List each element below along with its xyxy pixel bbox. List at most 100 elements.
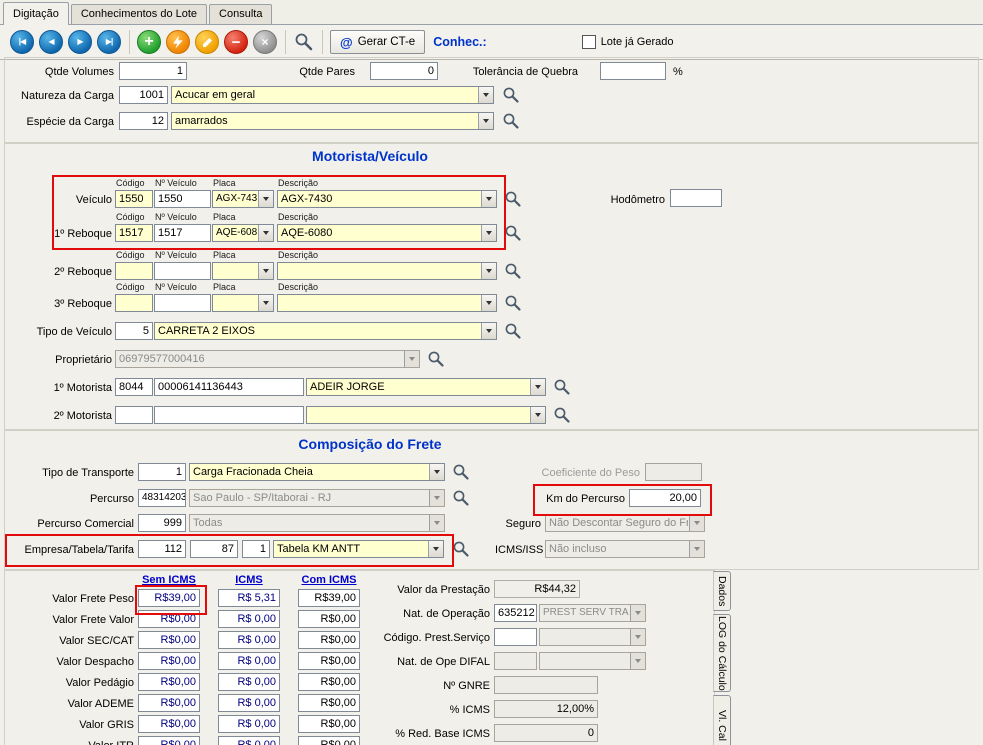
motorista1-doc-field[interactable]: 00006141136443 xyxy=(154,378,304,396)
reboque2-num-field[interactable] xyxy=(154,262,211,280)
percurso-codigo-field[interactable]: 48314203 xyxy=(138,489,186,507)
nav-prev-button[interactable]: ◀ xyxy=(39,30,63,54)
reboque3-search-icon[interactable] xyxy=(504,294,522,312)
gnre-field[interactable] xyxy=(494,676,598,694)
tipo-veiculo-codigo-field[interactable]: 5 xyxy=(115,322,153,340)
codigo-prest-servico-field[interactable] xyxy=(494,628,537,646)
reboque3-placa-select[interactable] xyxy=(212,294,274,312)
nav-first-button[interactable]: |◀ xyxy=(10,30,34,54)
tab-conhecimentos-do-lote[interactable]: Conhecimentos do Lote xyxy=(71,4,207,24)
tipo-transporte-codigo-field[interactable]: 1 xyxy=(138,463,186,481)
add-record-button[interactable]: + xyxy=(137,30,161,54)
valor-pedagio-icms-field[interactable]: R$ 0,00 xyxy=(218,673,280,691)
valor-despacho-icms-field[interactable]: R$ 0,00 xyxy=(218,652,280,670)
valor-frete-peso-icms-field[interactable]: R$ 5,31 xyxy=(218,589,280,607)
veiculo-codigo-field[interactable]: 1550 xyxy=(115,190,153,208)
motorista1-search-icon[interactable] xyxy=(553,378,571,396)
reboque2-codigo-field[interactable] xyxy=(115,262,153,280)
valor-ademe-sem-field[interactable]: R$0,00 xyxy=(138,694,200,712)
percurso-search-icon[interactable] xyxy=(452,489,470,507)
reboque2-search-icon[interactable] xyxy=(504,262,522,280)
reboque3-codigo-field[interactable] xyxy=(115,294,153,312)
edit-pencil-button[interactable] xyxy=(195,30,219,54)
tabela-field[interactable]: 87 xyxy=(190,540,238,558)
tab-consulta[interactable]: Consulta xyxy=(209,4,272,24)
nav-next-button[interactable]: ▶ xyxy=(68,30,92,54)
valor-gris-com-field[interactable]: R$0,00 xyxy=(298,715,360,733)
km-percurso-field[interactable]: 20,00 xyxy=(629,489,701,507)
especie-carga-select[interactable]: amarrados xyxy=(171,112,494,130)
valor-pedagio-com-field[interactable]: R$0,00 xyxy=(298,673,360,691)
valor-sec-cat-com-field[interactable]: R$0,00 xyxy=(298,631,360,649)
valor-frete-valor-icms-field[interactable]: R$ 0,00 xyxy=(218,610,280,628)
motorista2-search-icon[interactable] xyxy=(553,406,571,424)
tipo-veiculo-search-icon[interactable] xyxy=(504,322,522,340)
tarifa-search-icon[interactable] xyxy=(452,540,470,558)
motorista2-codigo-field[interactable] xyxy=(115,406,153,424)
valor-itr-icms-field[interactable]: R$ 0,00 xyxy=(218,736,280,745)
delete-record-button[interactable]: − xyxy=(224,30,248,54)
motorista1-codigo-field[interactable]: 8044 xyxy=(115,378,153,396)
valor-gris-icms-field[interactable]: R$ 0,00 xyxy=(218,715,280,733)
motorista2-doc-field[interactable] xyxy=(154,406,304,424)
valor-itr-com-field[interactable]: R$0,00 xyxy=(298,736,360,745)
reboque1-search-icon[interactable] xyxy=(504,224,522,242)
tarifa-select[interactable]: Tabela KM ANTT xyxy=(273,540,444,558)
side-tab-dados[interactable]: Dados xyxy=(713,571,731,611)
tarifa-field[interactable]: 1 xyxy=(242,540,270,558)
valor-gris-sem-field[interactable]: R$0,00 xyxy=(138,715,200,733)
valor-pedagio-sem-field[interactable]: R$0,00 xyxy=(138,673,200,691)
reboque2-descricao-select[interactable] xyxy=(277,262,497,280)
valor-sec-cat-icms-field[interactable]: R$ 0,00 xyxy=(218,631,280,649)
tipo-transporte-select[interactable]: Carga Fracionada Cheia xyxy=(189,463,445,481)
valor-frete-peso-sem-field[interactable]: R$39,00 xyxy=(138,589,200,607)
natureza-carga-codigo-field[interactable]: 1001 xyxy=(119,86,168,104)
natureza-carga-select[interactable]: Acucar em geral xyxy=(171,86,494,104)
reboque3-num-field[interactable] xyxy=(154,294,211,312)
valor-despacho-com-field[interactable]: R$0,00 xyxy=(298,652,360,670)
tolerancia-quebra-field[interactable] xyxy=(600,62,666,80)
reboque2-placa-select[interactable] xyxy=(212,262,274,280)
valor-sec-cat-sem-field[interactable]: R$0,00 xyxy=(138,631,200,649)
motorista2-nome-select[interactable] xyxy=(306,406,546,424)
veiculo-num-field[interactable]: 1550 xyxy=(154,190,211,208)
especie-carga-codigo-field[interactable]: 12 xyxy=(119,112,168,130)
especie-search-icon[interactable] xyxy=(502,112,520,130)
valor-frete-valor-sem-field[interactable]: R$0,00 xyxy=(138,610,200,628)
qtde-pares-field[interactable]: 0 xyxy=(370,62,438,80)
tab-digitacao[interactable]: Digitação xyxy=(3,2,69,25)
empresa-field[interactable]: 112 xyxy=(138,540,186,558)
reboque1-placa-select[interactable]: AQE-6080 xyxy=(212,224,274,242)
valor-ademe-icms-field[interactable]: R$ 0,00 xyxy=(218,694,280,712)
reboque3-descricao-select[interactable] xyxy=(277,294,497,312)
lightning-button[interactable] xyxy=(166,30,190,54)
tipo-transporte-search-icon[interactable] xyxy=(452,463,470,481)
valor-despacho-sem-field[interactable]: R$0,00 xyxy=(138,652,200,670)
tipo-veiculo-select[interactable]: CARRETA 2 EIXOS xyxy=(154,322,497,340)
nat-operacao-codigo-field[interactable]: 635212 xyxy=(494,604,537,622)
lote-ja-gerado-checkbox[interactable]: Lote já Gerado xyxy=(582,35,674,49)
valor-ademe-com-field[interactable]: R$0,00 xyxy=(298,694,360,712)
search-icon[interactable] xyxy=(293,31,315,53)
proprietario-select[interactable]: 06979577000416 xyxy=(115,350,420,368)
valor-frete-peso-com-field[interactable]: R$39,00 xyxy=(298,589,360,607)
hodometro-field[interactable] xyxy=(670,189,722,207)
natureza-search-icon[interactable] xyxy=(502,86,520,104)
veiculo-search-icon[interactable] xyxy=(504,190,522,208)
valor-frete-valor-com-field[interactable]: R$0,00 xyxy=(298,610,360,628)
cancel-button[interactable]: × xyxy=(253,30,277,54)
percurso-comercial-codigo-field[interactable]: 999 xyxy=(138,514,186,532)
side-tab-log-do-calculo[interactable]: LOG do Cálculo xyxy=(713,614,731,692)
qtde-volumes-field[interactable]: 1 xyxy=(119,62,187,80)
side-tab-vl-cal[interactable]: Vl. Cal xyxy=(713,695,731,745)
nav-last-button[interactable]: ▶| xyxy=(97,30,121,54)
motorista1-nome-select[interactable]: ADEIR JORGE xyxy=(306,378,546,396)
reboque1-num-field[interactable]: 1517 xyxy=(154,224,211,242)
veiculo-descricao-select[interactable]: AGX-7430 xyxy=(277,190,497,208)
veiculo-placa-select[interactable]: AGX-7430 xyxy=(212,190,274,208)
proprietario-search-icon[interactable] xyxy=(427,350,445,368)
valor-itr-sem-field[interactable]: R$0,00 xyxy=(138,736,200,745)
reboque1-descricao-select[interactable]: AQE-6080 xyxy=(277,224,497,242)
gerar-cte-button[interactable]: @ Gerar CT-e xyxy=(330,30,425,54)
reboque1-codigo-field[interactable]: 1517 xyxy=(115,224,153,242)
